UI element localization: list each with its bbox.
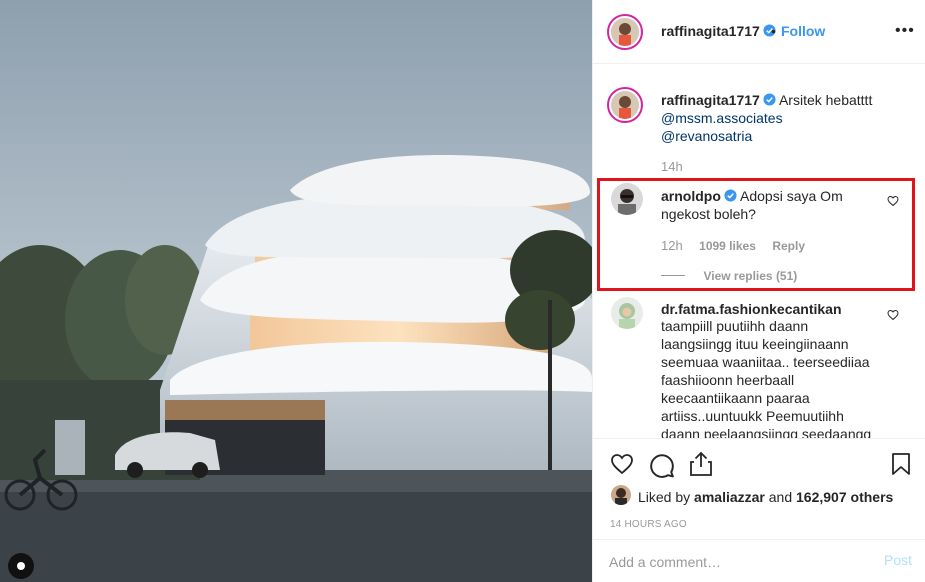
author-avatar-image [611, 18, 639, 46]
comment-avatar-drfatma-image [611, 297, 643, 329]
comment-text-line-7: daann peelaangsiingg seedaangg [661, 426, 872, 438]
comment-drfatma: dr.fatma.fashionkecantikan taampiill puu… [661, 301, 891, 438]
comment-text-line-6: artiiss..uuntuukk Peemuutiihh [661, 408, 844, 424]
post-actions: Liked by amaliazzar and 162,907 others 1… [593, 438, 925, 582]
verified-badge-icon [763, 93, 776, 106]
comment-username[interactable]: arnoldpo [661, 188, 721, 204]
post-side-panel: raffinagita1717 • Follow ••• raffinagita… [592, 0, 925, 582]
comment-avatar-drfatma[interactable] [611, 297, 643, 329]
replies-line [661, 275, 685, 277]
verified-badge-icon [724, 189, 737, 202]
caption-mention-mssm[interactable]: @mssm.associates [661, 109, 911, 127]
share-icon[interactable] [689, 451, 713, 477]
comment-text-line-5: keecaantiikaann paaraa [661, 390, 810, 406]
caption-text: Arsitek hebatttt [778, 92, 873, 108]
follow-button[interactable]: Follow [781, 23, 825, 39]
view-replies-row[interactable]: View replies (51) [661, 267, 881, 285]
caption-username[interactable]: raffinagita1717 [661, 92, 760, 108]
house-illustration [0, 0, 592, 582]
comment-like-heart-icon[interactable] [887, 309, 899, 321]
comment-text-line-4: faashiioonn heerbaall [661, 372, 795, 388]
caption-mention-revano[interactable]: @revanosatria [661, 127, 911, 145]
add-comment-row: Post [593, 539, 925, 582]
author-avatar[interactable] [611, 18, 639, 46]
liked-by-count[interactable]: 162,907 others [796, 489, 893, 505]
caption-avatar[interactable] [611, 91, 639, 119]
liked-by-user[interactable]: amaliazzar [694, 489, 765, 505]
comments-list[interactable]: raffinagita1717 Arsitek hebatttt @mssm.a… [593, 65, 925, 438]
caption-avatar-image [611, 91, 639, 119]
comment-arnoldpo: arnoldpo Adopsi saya Om ngekost boleh? 1… [661, 187, 881, 285]
view-replies-button[interactable]: View replies (51) [703, 269, 797, 283]
liked-by-avatar-image [611, 485, 631, 505]
more-options-icon[interactable]: ••• [895, 22, 915, 40]
liked-by-text: Liked by amaliazzar and 162,907 others [638, 489, 893, 505]
comment-icon[interactable] [649, 452, 675, 478]
comment-text-line-1: taampiill puutiihh daann [661, 318, 809, 334]
caption-block: raffinagita1717 Arsitek hebatttt @mssm.a… [661, 91, 911, 174]
comment-text-line-1: Adopsi saya Om [740, 188, 843, 204]
liked-by-middle: and [764, 489, 797, 505]
comment-text-line-2: laangsiingg ituu keeingiinaann [661, 336, 849, 352]
comment-like-heart-icon[interactable] [887, 195, 899, 207]
comment-text-line-3: seemuaa waaniitaa.. teerseediiaa [661, 354, 870, 370]
separator-dot: • [771, 23, 776, 39]
tagged-user-icon[interactable] [8, 553, 34, 579]
comment-avatar-arnoldpo[interactable] [611, 183, 643, 215]
post-header: raffinagita1717 • Follow ••• [593, 0, 925, 64]
author-username-text[interactable]: raffinagita1717 [661, 23, 760, 39]
author-username[interactable]: raffinagita1717 [661, 23, 776, 39]
liked-by-prefix: Liked by [638, 489, 695, 505]
add-comment-input[interactable] [609, 552, 859, 572]
post-comment-button[interactable]: Post [884, 552, 912, 568]
comment-likes[interactable]: 1099 likes [699, 239, 756, 253]
post-timestamp[interactable]: 14 HOURS AGO [610, 519, 687, 530]
comment-age: 12h [661, 238, 683, 253]
heart-icon[interactable] [609, 452, 635, 476]
bookmark-icon[interactable] [891, 452, 911, 476]
liked-by-avatar[interactable] [611, 485, 631, 505]
post-image[interactable] [0, 0, 592, 582]
comment-meta-row: 12h 1099 likes Reply [661, 237, 881, 255]
comment-text-line-2: ngekost boleh? [661, 206, 756, 222]
comment-username[interactable]: dr.fatma.fashionkecantikan [661, 301, 891, 317]
caption-age: 14h [661, 159, 683, 174]
reply-button[interactable]: Reply [772, 239, 805, 253]
comment-avatar-arnoldpo-image [611, 183, 643, 215]
